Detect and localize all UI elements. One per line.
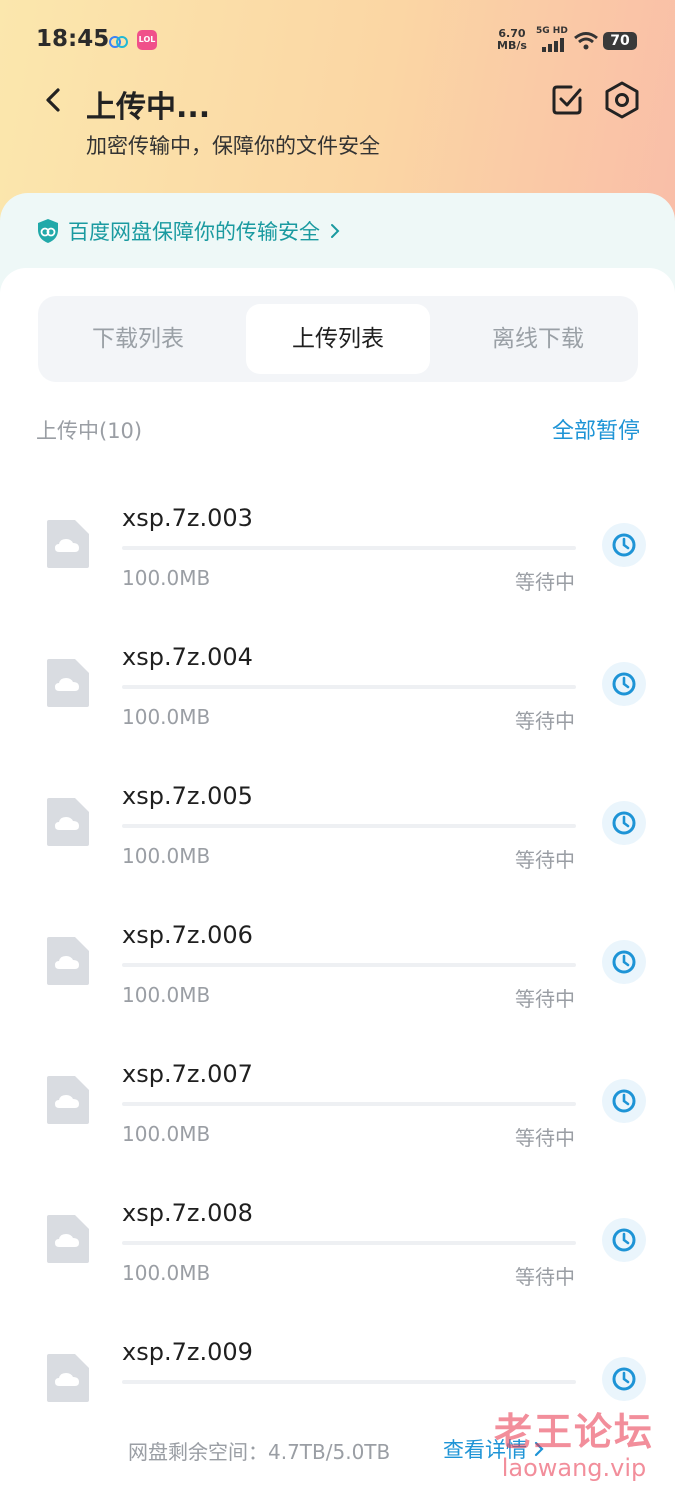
back-button[interactable] — [36, 82, 72, 118]
signal-icon — [542, 38, 564, 52]
upload-status: 等待中 — [515, 570, 575, 594]
waiting-clock-button[interactable] — [602, 1218, 646, 1262]
cloud-file-icon — [47, 1215, 89, 1263]
file-name: xsp.7z.006 — [122, 921, 253, 949]
file-size: 100.0MB — [122, 566, 211, 590]
transfer-tabs: 下载列表 上传列表 离线下载 — [38, 296, 638, 382]
security-banner-link[interactable]: 百度网盘保障你的传输安全 — [36, 216, 342, 246]
cloud-file-icon — [47, 937, 89, 985]
waiting-clock-button[interactable] — [602, 1357, 646, 1401]
settings-icon[interactable] — [603, 80, 641, 120]
watermark-title: 老王论坛 — [493, 1410, 654, 1454]
waiting-clock-button[interactable] — [602, 523, 646, 567]
upload-progress-bar — [122, 1102, 576, 1106]
upload-progress-bar — [122, 824, 576, 828]
cloud-file-icon — [47, 520, 89, 568]
clock-icon — [612, 1228, 636, 1252]
upload-status: 等待中 — [515, 848, 575, 872]
file-name: xsp.7z.005 — [122, 782, 253, 810]
file-name: xsp.7z.004 — [122, 643, 253, 671]
file-size: 100.0MB — [122, 1261, 211, 1285]
battery-icon: 70 — [603, 32, 637, 50]
cloud-file-icon — [47, 659, 89, 707]
wifi-icon — [574, 32, 598, 50]
file-size: 100.0MB — [122, 1122, 211, 1146]
network-type: 5G HD — [536, 26, 568, 36]
upload-row[interactable]: xsp.7z.007 100.0MB 等待中 — [0, 1024, 675, 1163]
upload-progress-bar — [122, 546, 576, 550]
upload-progress-bar — [122, 685, 576, 689]
watermark-url: laowang.vip — [501, 1454, 647, 1482]
file-name: xsp.7z.008 — [122, 1199, 253, 1227]
baidu-cloud-icon — [109, 36, 128, 48]
waiting-clock-button[interactable] — [602, 662, 646, 706]
tab-offline-download[interactable]: 离线下载 — [438, 296, 638, 382]
page-subtitle: 加密传输中，保障你的文件安全 — [86, 134, 380, 158]
upload-row[interactable]: xsp.7z.008 100.0MB 等待中 — [0, 1163, 675, 1302]
status-bar: 18:45 LOL 6.70 MB/s 5G HD 70 — [0, 0, 675, 80]
waiting-clock-button[interactable] — [602, 940, 646, 984]
section-title: 上传中(10) — [36, 419, 143, 443]
upload-progress-bar — [122, 963, 576, 967]
cloud-file-icon — [47, 1354, 89, 1402]
upload-status: 等待中 — [515, 1126, 575, 1150]
status-time: 18:45 — [36, 26, 110, 52]
security-banner-text: 百度网盘保障你的传输安全 — [68, 220, 320, 244]
chevron-right-icon — [331, 224, 340, 238]
page-title: 上传中... — [86, 90, 211, 125]
storage-remaining: 网盘剩余空间：4.7TB/5.0TB — [128, 1440, 391, 1464]
clock-icon — [612, 1367, 636, 1391]
upload-row[interactable]: xsp.7z.005 100.0MB 等待中 — [0, 746, 675, 885]
app-notification-icon: LOL — [137, 30, 157, 50]
file-name: xsp.7z.007 — [122, 1060, 253, 1088]
clock-icon — [612, 672, 636, 696]
upload-progress-bar — [122, 1241, 576, 1245]
file-size: 100.0MB — [122, 705, 211, 729]
upload-status: 等待中 — [515, 1265, 575, 1289]
upload-row[interactable]: xsp.7z.006 100.0MB 等待中 — [0, 885, 675, 1024]
upload-status: 等待中 — [515, 987, 575, 1011]
upload-progress-bar — [122, 1380, 576, 1384]
tab-download-list[interactable]: 下载列表 — [38, 296, 238, 382]
file-name: xsp.7z.009 — [122, 1338, 253, 1366]
network-speed: 6.70 MB/s — [497, 28, 527, 52]
clock-icon — [612, 811, 636, 835]
file-name: xsp.7z.003 — [122, 504, 253, 532]
tab-upload-list[interactable]: 上传列表 — [246, 304, 430, 374]
waiting-clock-button[interactable] — [602, 801, 646, 845]
upload-list: xsp.7z.003 100.0MB 等待中 xsp.7z.004 100.0MB 等待中… — [0, 468, 675, 1441]
file-size: 100.0MB — [122, 983, 211, 1007]
clock-icon — [612, 1089, 636, 1113]
pause-all-button[interactable]: 全部暂停 — [552, 413, 640, 445]
upload-row[interactable]: xsp.7z.003 100.0MB 等待中 — [0, 468, 675, 607]
speed-unit: MB/s — [497, 39, 527, 52]
waiting-clock-button[interactable] — [602, 1079, 646, 1123]
cloud-file-icon — [47, 1076, 89, 1124]
clock-icon — [612, 950, 636, 974]
upload-status: 等待中 — [515, 709, 575, 733]
clock-icon — [612, 533, 636, 557]
upload-row[interactable]: xsp.7z.004 100.0MB 等待中 — [0, 607, 675, 746]
watermark: 老王论坛 laowang.vip — [488, 1410, 660, 1482]
multi-select-icon[interactable] — [549, 82, 585, 118]
cloud-file-icon — [47, 798, 89, 846]
file-size: 100.0MB — [122, 844, 211, 868]
shield-icon — [38, 219, 58, 243]
